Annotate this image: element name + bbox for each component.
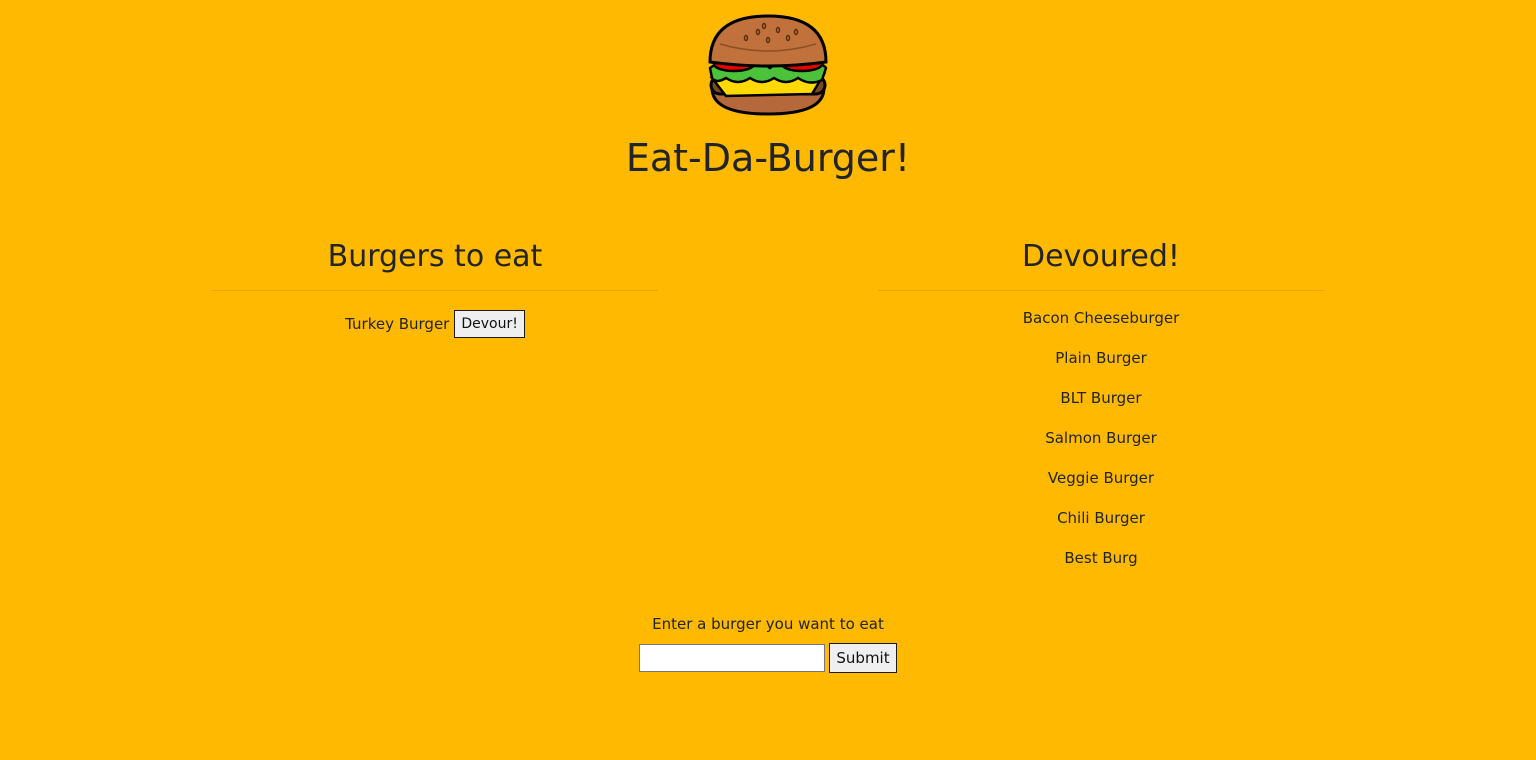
burger-name-input[interactable] bbox=[639, 644, 826, 672]
form-row: Submit bbox=[0, 643, 1536, 673]
page-title: Eat-Da-Burger! bbox=[625, 136, 911, 180]
to-eat-list: Turkey Burger Devour! bbox=[212, 309, 658, 339]
burger-icon bbox=[708, 14, 828, 116]
list-item: Chili Burger bbox=[1057, 509, 1145, 527]
submit-button[interactable]: Submit bbox=[829, 643, 897, 673]
list-item: Bacon Cheeseburger bbox=[1022, 309, 1180, 327]
list-item: BLT Burger bbox=[1060, 389, 1142, 407]
list-item: Best Burg bbox=[1064, 549, 1138, 567]
list-item: Turkey Burger Devour! bbox=[212, 309, 658, 339]
add-burger-form: Enter a burger you want to eat Submit bbox=[0, 614, 1536, 673]
to-eat-heading: Burgers to eat bbox=[212, 232, 658, 291]
list-item: Salmon Burger bbox=[1045, 429, 1157, 447]
devoured-list: Bacon Cheeseburger Plain Burger BLT Burg… bbox=[878, 308, 1324, 568]
to-eat-column: Burgers to eat Turkey Burger Devour! bbox=[212, 232, 658, 339]
devoured-heading: Devoured! bbox=[878, 232, 1324, 291]
burger-name: Turkey Burger bbox=[345, 315, 450, 333]
devour-button[interactable]: Devour! bbox=[454, 310, 525, 338]
burger-input-label: Enter a burger you want to eat bbox=[652, 615, 884, 633]
list-item: Plain Burger bbox=[1055, 349, 1147, 367]
list-item: Veggie Burger bbox=[1047, 469, 1155, 487]
devoured-column: Devoured! Bacon Cheeseburger Plain Burge… bbox=[878, 232, 1324, 588]
